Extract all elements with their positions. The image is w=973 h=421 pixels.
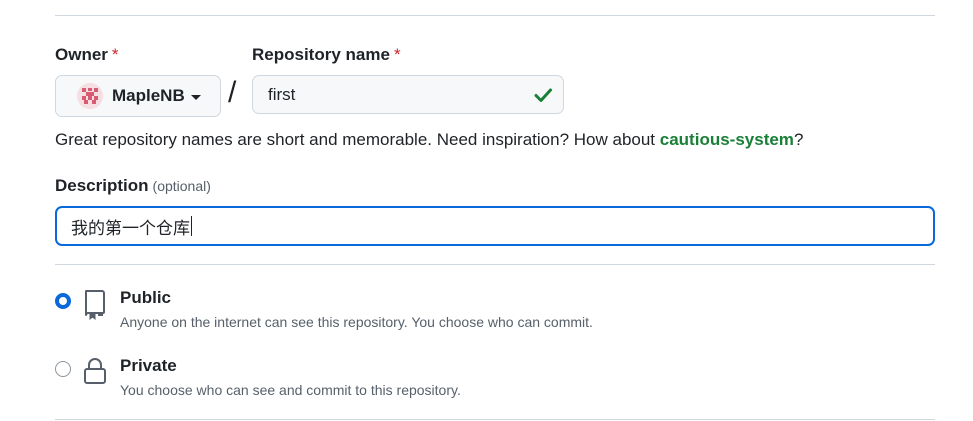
owner-label: Owner * <box>55 45 119 65</box>
owner-name: MapleNB <box>112 86 185 105</box>
repo-icon <box>85 290 105 320</box>
new-repository-form: Owner * MapleNB / Repository name * first <box>0 0 973 421</box>
repository-name-label: Repository name * <box>252 45 401 65</box>
private-radio[interactable] <box>55 361 71 377</box>
hint-prefix: Great repository names are short and mem… <box>55 130 660 149</box>
repository-name-required-mark: * <box>393 45 401 64</box>
identicon-avatar <box>77 83 103 109</box>
identicon-avatar-graphic <box>77 83 103 109</box>
check-icon <box>534 88 552 102</box>
owner-required-mark: * <box>111 45 119 64</box>
description-optional-text: (optional) <box>152 178 211 194</box>
public-option-description: Anyone on the internet can see this repo… <box>120 314 593 330</box>
owner-repo-separator: / <box>228 76 237 109</box>
lock-icon <box>84 358 106 384</box>
section-divider <box>55 264 935 265</box>
repository-name-input[interactable]: first <box>252 75 564 114</box>
private-option-title: Private <box>120 356 177 375</box>
suggested-name-link[interactable]: cautious-system <box>660 130 794 149</box>
repository-name-label-text: Repository name <box>252 45 390 64</box>
public-radio[interactable] <box>55 293 71 309</box>
description-value: 我的第一个仓库 <box>71 218 190 238</box>
owner-label-text: Owner <box>55 45 108 64</box>
text-cursor <box>191 216 192 236</box>
description-input[interactable]: 我的第一个仓库 <box>55 206 935 246</box>
caret-down-icon <box>190 94 201 100</box>
public-option-title: Public <box>120 288 172 307</box>
description-label-text: Description <box>55 176 149 195</box>
description-label: Description (optional) <box>55 176 211 196</box>
hint-suffix: ? <box>793 130 804 149</box>
repository-name-hint: Great repository names are short and mem… <box>55 130 803 150</box>
bottom-divider <box>55 419 935 420</box>
top-divider <box>55 15 935 16</box>
owner-dropdown-button[interactable]: MapleNB <box>55 75 221 117</box>
private-option-description: You choose who can see and commit to thi… <box>120 382 461 398</box>
repository-name-value: first <box>268 84 296 104</box>
